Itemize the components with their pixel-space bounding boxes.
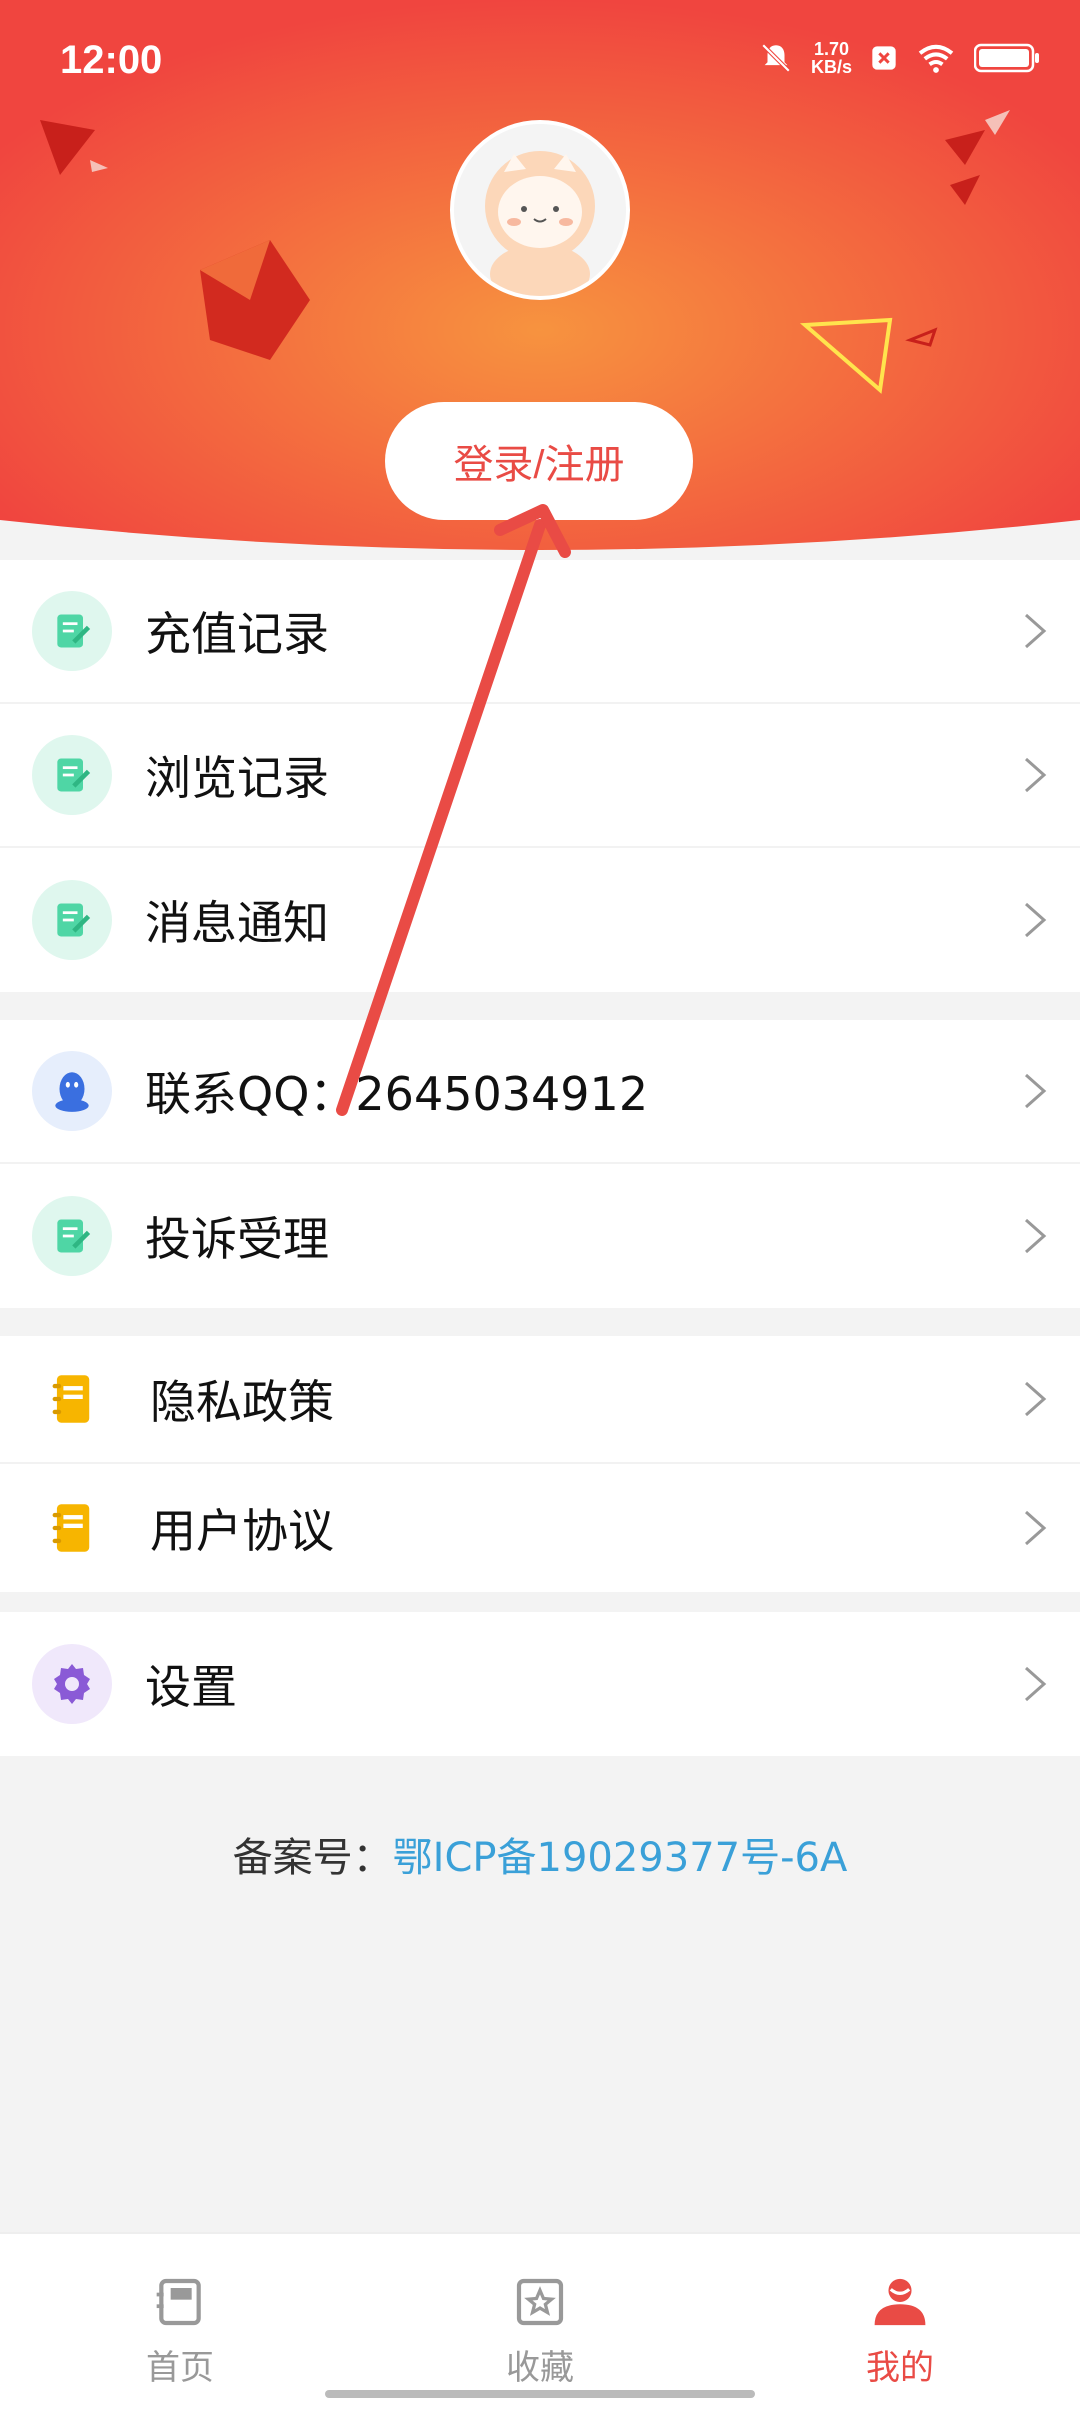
home-indicator[interactable] [325,2390,755,2398]
edit-note-icon [32,591,112,671]
menu-item-browse-history[interactable]: 浏览记录 [0,704,1080,848]
menu-group-settings: 设置 [0,1612,1080,1756]
menu-item-user-agreement[interactable]: 用户协议 [0,1464,1080,1592]
menu-group-records: 充值记录 浏览记录 消息通知 [0,560,1080,992]
profile-header: 12:00 1.70 KB/s 登录/注册 [0,0,1080,560]
tab-home[interactable]: 首页 [80,2274,280,2389]
wifi-icon [918,44,954,73]
login-register-button[interactable]: 登录/注册 [385,402,693,520]
status-time: 12:00 [60,38,163,82]
qq-penguin-icon [32,1051,112,1131]
network-speed-unit: KB/s [810,57,852,77]
menu-item-label: 充值记录 [145,607,329,661]
notebook-icon [32,1488,112,1568]
chevron-right-icon [1025,1510,1047,1546]
edit-note-icon [32,880,112,960]
chevron-right-icon [1025,757,1047,793]
network-speed: 1.70 KB/s [811,40,852,76]
menu-item-label: 用户协议 [150,1504,334,1558]
sim-blocked-icon [872,46,896,70]
tab-label: 我的 [866,2348,934,2388]
chevron-right-icon [1025,1218,1047,1254]
avatar[interactable] [450,120,630,300]
status-bar: 12:00 1.70 KB/s [0,0,1080,120]
edit-note-icon [32,735,112,815]
user-icon [874,2278,926,2326]
notebook-icon [32,1359,112,1439]
star-box-icon [516,2278,564,2326]
status-icons: 1.70 KB/s [759,40,1040,76]
tab-label: 收藏 [506,2348,574,2388]
menu-item-complaints[interactable]: 投诉受理 [0,1164,1080,1308]
bottom-tab-bar: 首页 收藏 我的 [0,2232,1080,2410]
battery-icon [974,43,1039,73]
menu-item-label: 隐私政策 [150,1375,334,1429]
menu-group-support: 联系QQ：2645034912 投诉受理 [0,1020,1080,1308]
cat-mascot-icon [454,124,626,296]
menu-item-label: 投诉受理 [145,1212,329,1266]
menu-item-privacy-policy[interactable]: 隐私政策 [0,1336,1080,1464]
chevron-right-icon [1025,1381,1047,1417]
chevron-right-icon [1025,1666,1047,1702]
gear-icon [32,1644,112,1724]
chevron-right-icon [1025,613,1047,649]
tab-favorites[interactable]: 收藏 [440,2274,640,2389]
menu-item-settings[interactable]: 设置 [0,1612,1080,1756]
menu-item-label: 消息通知 [145,896,329,950]
menu-item-contact-qq[interactable]: 联系QQ：2645034912 [0,1020,1080,1164]
menu-group-legal: 隐私政策 用户协议 [0,1336,1080,1592]
menu-item-label: 浏览记录 [145,751,329,805]
icp-record: 备案号：鄂ICP备19029377号-6A [0,1825,1080,1883]
edit-note-icon [32,1196,112,1276]
menu-item-recharge-records[interactable]: 充值记录 [0,560,1080,704]
home-book-icon [156,2278,201,2326]
chevron-right-icon [1025,902,1047,938]
tab-label: 首页 [146,2348,214,2388]
network-speed-value: 1.70 [813,39,850,59]
icp-record-link[interactable]: 鄂ICP备19029377号-6A [393,1835,848,1881]
menu-item-notifications[interactable]: 消息通知 [0,848,1080,992]
bell-muted-icon [761,43,791,73]
menu-item-label: 设置 [145,1660,237,1714]
icp-record-prefix: 备案号： [232,1835,393,1881]
menu-item-label: 联系QQ：2645034912 [145,1067,649,1121]
tab-mine[interactable]: 我的 [800,2274,1000,2389]
chevron-right-icon [1025,1073,1047,1109]
